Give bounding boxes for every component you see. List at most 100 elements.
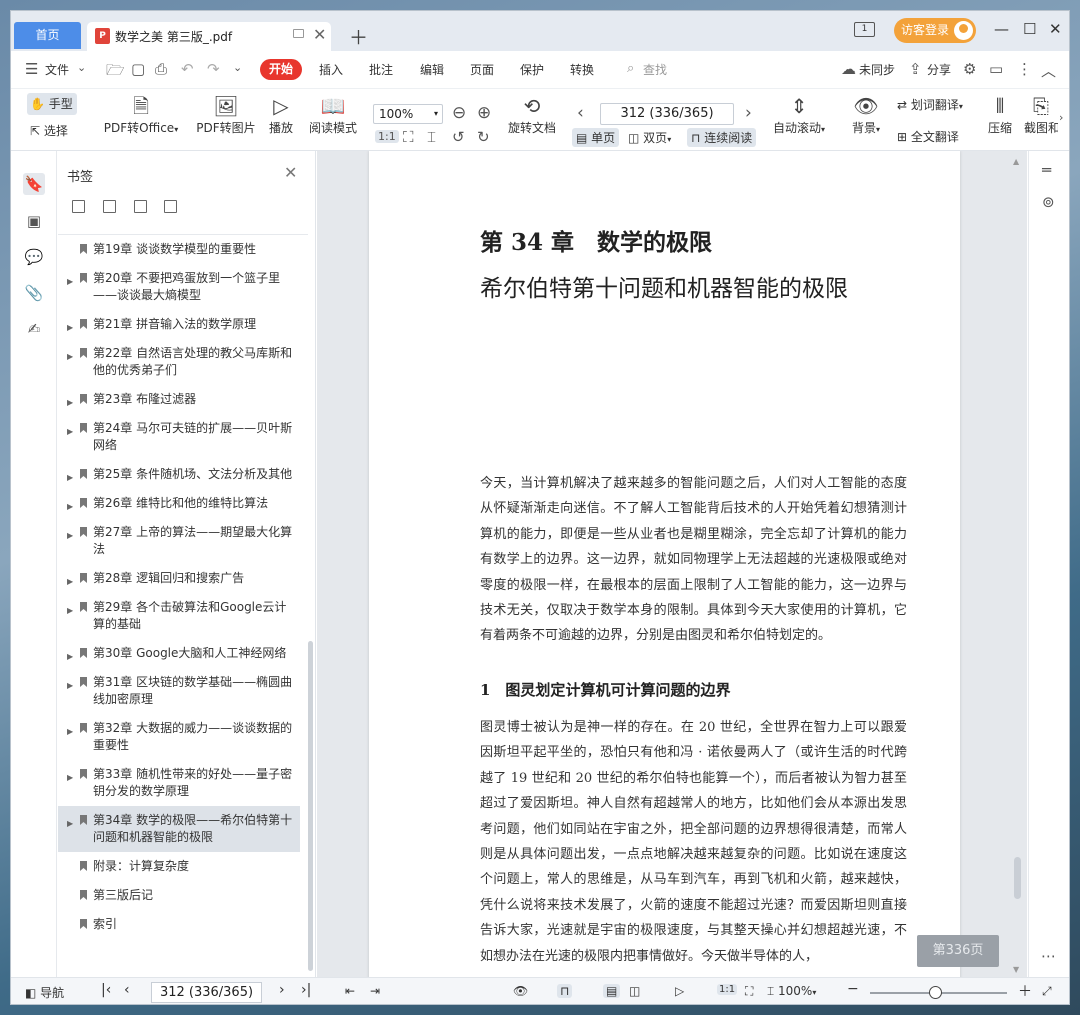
- save-icon[interactable]: ▢: [131, 60, 145, 78]
- expand-arrow-icon[interactable]: ▶: [67, 394, 73, 411]
- bookmark-item[interactable]: ▶ 第31章 区块链的数学基础——椭圆曲线加密原理: [58, 668, 300, 714]
- bookmark-item[interactable]: ▶ 第23章 布隆过滤器: [58, 385, 300, 414]
- ribbon-scroll-right-icon[interactable]: ›: [1059, 111, 1063, 124]
- bookmark-item[interactable]: ▶ 第29章 各个击破算法和Google云计算的基础: [58, 593, 300, 639]
- menu-file[interactable]: 文件: [45, 61, 69, 78]
- menu-start[interactable]: 开始: [260, 59, 302, 80]
- read-mode-button[interactable]: 📖 阅读模式: [307, 93, 359, 136]
- actual-size-icon[interactable]: 1:1: [375, 130, 399, 143]
- maximize-icon[interactable]: ☐: [1023, 20, 1036, 38]
- first-page-icon[interactable]: |‹: [101, 982, 111, 998]
- collapse-ribbon-icon[interactable]: ︿: [1041, 60, 1056, 81]
- minimize-icon[interactable]: —: [994, 20, 1009, 38]
- panel-toggle-icon[interactable]: ═: [1042, 161, 1051, 179]
- menu-insert[interactable]: 插入: [319, 61, 343, 78]
- rotate-document-button[interactable]: ⟲ 旋转文档: [505, 93, 559, 136]
- bookmark-item[interactable]: 第19章 谈谈数学模型的重要性: [58, 235, 300, 264]
- expand-arrow-icon[interactable]: ▶: [67, 469, 73, 486]
- expand-arrow-icon[interactable]: ▶: [67, 319, 73, 336]
- select-tool-button[interactable]: ⇱ 选择: [30, 122, 68, 139]
- bookmark-item[interactable]: ▶ 第27章 上帝的算法——期望最大化算法: [58, 518, 300, 564]
- scrollbar-thumb[interactable]: [1014, 857, 1021, 899]
- play-button[interactable]: ▷ 播放: [265, 93, 297, 136]
- bookmark-item[interactable]: ▶ 第30章 Google大脑和人工神经网络: [58, 639, 300, 668]
- expand-arrow-icon[interactable]: ▶: [67, 498, 73, 515]
- pdf-to-office-button[interactable]: 🗎 PDF转Office▾: [101, 93, 181, 136]
- expand-arrow-icon[interactable]: ▶: [67, 815, 73, 832]
- bookmark-item[interactable]: ▶ 第28章 逻辑回归和搜索广告: [58, 564, 300, 593]
- undo-icon[interactable]: ↶: [181, 60, 194, 78]
- share-button[interactable]: 分享: [927, 61, 951, 78]
- zoom-select[interactable]: ⌶ 100%▾: [767, 984, 816, 999]
- bookmark-item[interactable]: ▶ 第21章 拼音输入法的数学原理: [58, 310, 300, 339]
- menu-edit[interactable]: 编辑: [420, 61, 444, 78]
- word-translate-button[interactable]: ⇄ 划词翻译▾: [897, 96, 963, 113]
- bookmark-item[interactable]: ▶ 第33章 随机性带来的好处——量子密钥分发的数学原理: [58, 760, 300, 806]
- bookmark-panel-icon[interactable]: 🔖: [23, 173, 45, 195]
- redo-icon[interactable]: ↷: [207, 60, 220, 78]
- sidebar-close-icon[interactable]: ✕: [284, 163, 297, 182]
- hamburger-icon[interactable]: ☰: [25, 60, 38, 78]
- play-icon[interactable]: ▷: [675, 984, 684, 998]
- open-folder-icon[interactable]: 🗁: [106, 60, 125, 85]
- attachment-icon[interactable]: 📎: [23, 282, 45, 304]
- scroll-down-icon[interactable]: ▼: [1013, 965, 1019, 974]
- expand-arrow-icon[interactable]: ▶: [67, 273, 73, 290]
- menu-annotate[interactable]: 批注: [369, 61, 393, 78]
- compress-button[interactable]: ⦀ 压缩: [985, 93, 1015, 136]
- navigation-toggle[interactable]: ◧ 导航: [25, 984, 64, 1001]
- search-field[interactable]: 查找: [643, 61, 667, 78]
- more-dropdown-icon[interactable]: ⌄: [233, 61, 242, 74]
- document-viewport[interactable]: 第 34 章 数学的极限 希尔伯特第十问题和机器智能的极限 今天，当计算机解决了…: [317, 151, 1027, 977]
- single-page-mode-icon[interactable]: ▤: [603, 984, 621, 998]
- scroll-up-icon[interactable]: ▲: [1013, 157, 1019, 166]
- close-window-icon[interactable]: ✕: [1049, 20, 1062, 38]
- add-sub-bookmark-icon[interactable]: [102, 200, 116, 213]
- menu-convert[interactable]: 转换: [570, 61, 594, 78]
- sync-status[interactable]: 未同步: [859, 61, 895, 78]
- layout-panel-icon[interactable]: 1: [854, 22, 875, 37]
- print-icon[interactable]: ⎙: [155, 60, 167, 78]
- tab-document[interactable]: P 数学之美 第三版_.pdf ✕: [87, 22, 331, 51]
- rotate-right-icon[interactable]: ↻: [477, 128, 490, 146]
- expand-arrow-icon[interactable]: ▶: [67, 527, 73, 544]
- menu-protect[interactable]: 保护: [520, 61, 544, 78]
- zoom-out-icon[interactable]: −: [847, 981, 859, 997]
- chevron-down-icon[interactable]: ⌄: [77, 61, 86, 74]
- exit-to-right-icon[interactable]: ⇥: [370, 984, 380, 998]
- bookmark-item[interactable]: ▶ 第34章 数学的极限——希尔伯特第十问题和机器智能的极限: [58, 806, 300, 852]
- tab-close-icon[interactable]: ✕: [313, 25, 326, 44]
- delete-bookmark-icon[interactable]: [164, 200, 178, 213]
- more-vertical-icon[interactable]: ⋮: [1017, 60, 1032, 78]
- full-translate-button[interactable]: ⊞ 全文翻译: [897, 128, 959, 145]
- ai-search-icon[interactable]: ⊚: [1042, 193, 1055, 211]
- continuous-read-button[interactable]: ⊓ 连续阅读: [687, 128, 757, 147]
- fit-width-icon[interactable]: ⌶: [427, 128, 436, 146]
- new-tab-button[interactable]: ＋: [349, 23, 368, 50]
- visitor-login-button[interactable]: 访客登录: [894, 18, 976, 43]
- fit-page-icon[interactable]: ⛶: [745, 984, 753, 999]
- bookmark-item[interactable]: ▶ 第32章 大数据的威力——谈谈数据的重要性: [58, 714, 300, 760]
- prev-page-icon[interactable]: ‹: [577, 103, 584, 123]
- last-page-icon[interactable]: ›|: [301, 982, 311, 998]
- tab-pin-icon[interactable]: [293, 29, 304, 38]
- tab-home[interactable]: 首页: [14, 22, 81, 49]
- zoom-slider-knob[interactable]: [929, 986, 942, 999]
- comment-icon[interactable]: 💬: [23, 246, 45, 268]
- status-page-input[interactable]: 312 (336/365): [151, 982, 262, 1003]
- fullscreen-icon[interactable]: ⤢: [1042, 984, 1052, 999]
- page-number-input[interactable]: 312 (336/365): [600, 103, 734, 125]
- expand-bookmark-icon[interactable]: [133, 200, 147, 213]
- expand-arrow-icon[interactable]: ▶: [67, 602, 73, 619]
- add-bookmark-icon[interactable]: [72, 200, 85, 213]
- prev-page-icon[interactable]: ‹: [124, 982, 130, 998]
- expand-arrow-icon[interactable]: ▶: [67, 423, 73, 440]
- feedback-icon[interactable]: ▭: [989, 60, 1003, 78]
- zoom-select[interactable]: 100% ▾: [373, 104, 443, 124]
- next-page-icon[interactable]: ›: [279, 982, 285, 998]
- signature-icon[interactable]: ✍: [23, 318, 45, 340]
- thumbnail-icon[interactable]: ▣: [23, 210, 45, 232]
- pdf-to-image-button[interactable]: 🖼 PDF转图片: [194, 93, 258, 136]
- single-page-button[interactable]: ▤ 单页: [572, 128, 620, 147]
- exit-to-left-icon[interactable]: ⇤: [345, 984, 355, 998]
